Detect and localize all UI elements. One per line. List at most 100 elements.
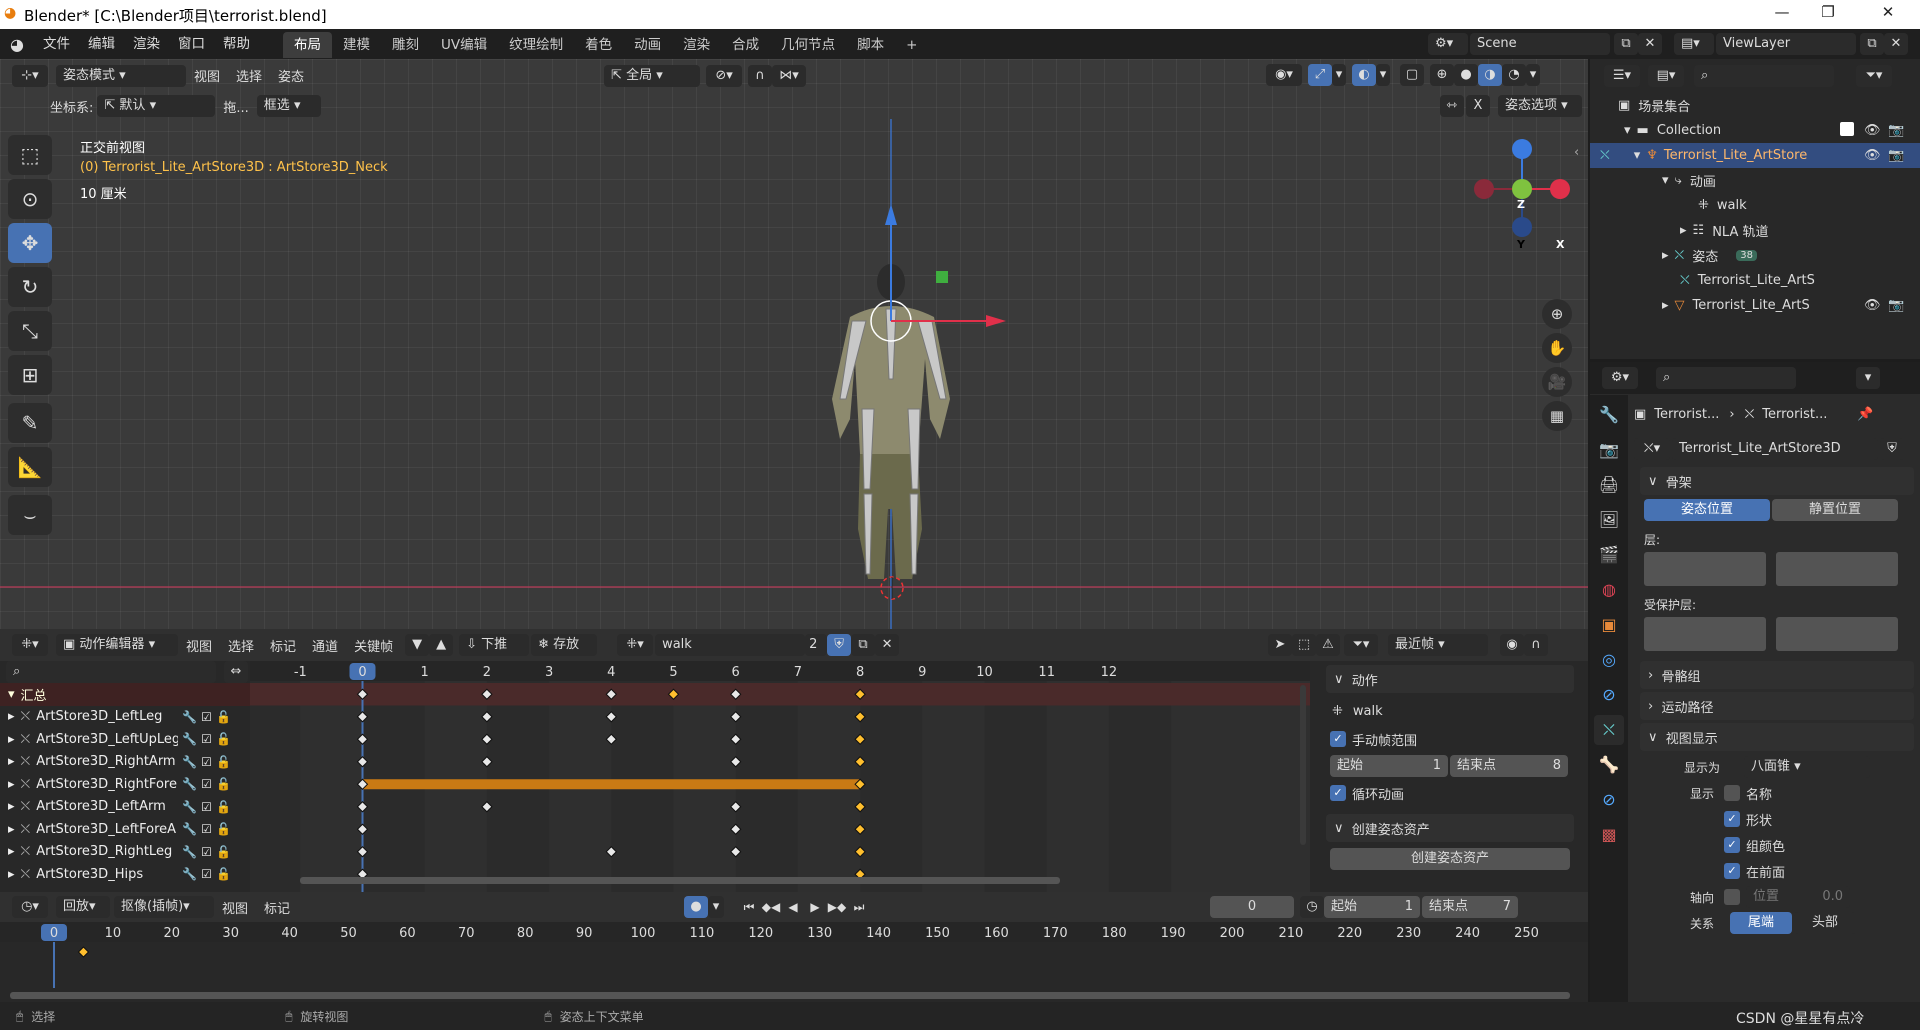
3d-viewport[interactable]: Z Y X ⊕ ✋ 🎥 ▦ ‹ (0, 59, 1588, 629)
tab-texture-paint[interactable]: 纹理绘制 (498, 32, 574, 58)
view-layer-tab-icon[interactable]: 🖼 (1594, 505, 1624, 535)
pose-options-dropdown[interactable]: 姿态选项 ▾ (1498, 95, 1582, 117)
show-shape-checkbox[interactable]: ✓ (1724, 811, 1740, 827)
show-group-color-checkbox[interactable]: ✓ (1724, 837, 1740, 853)
add-workspace-button[interactable]: + (895, 32, 928, 58)
channel-lock-icon[interactable]: 🔓 (216, 867, 231, 881)
material-shading-icon[interactable]: ◑ (1478, 64, 1502, 86)
dopesheet-menu-channel[interactable]: 通道 (304, 636, 346, 655)
only-errors-icon[interactable]: ⚠ (1316, 634, 1340, 656)
viewport-menu-pose[interactable]: 姿态 (270, 66, 312, 85)
axes-position-field[interactable]: 位置 0.0 (1746, 886, 1850, 908)
collection-render-icon[interactable]: 📷 (1888, 123, 1904, 138)
only-selected-icon[interactable]: ➤ (1268, 634, 1292, 656)
create-pose-asset-panel-header[interactable]: ∨ 创建姿态资产 (1326, 814, 1574, 842)
bone-groups-panel-header[interactable]: › 骨骼组 (1640, 661, 1914, 689)
channel-lock-icon[interactable]: 🔓 (216, 755, 231, 769)
expand-icon[interactable]: ▸ (8, 709, 15, 724)
rendered-shading-icon[interactable]: ◔ (1502, 64, 1526, 86)
create-pose-asset-button[interactable]: 创建姿态资产 (1330, 848, 1570, 870)
bone-layers-grid-2[interactable] (1776, 552, 1898, 586)
timeline-menu-marker[interactable]: 标记 (256, 898, 298, 917)
jump-end-icon[interactable]: ⏭ (848, 896, 870, 918)
overlays-dropdown-icon[interactable]: ▾ (1376, 64, 1390, 86)
pose-position-button[interactable]: 姿态位置 (1644, 499, 1770, 521)
tab-animation[interactable]: 动画 (623, 32, 672, 58)
channel-lock-icon[interactable]: 🔓 (216, 845, 231, 859)
menu-help[interactable]: 帮助 (214, 29, 259, 59)
timeline-start-field[interactable]: 起始 1 (1324, 896, 1421, 918)
mesh-render-icon[interactable]: 📷 (1888, 298, 1904, 313)
expand-icon[interactable]: ▸ (8, 867, 15, 882)
expand-icon[interactable]: ▸ (8, 799, 15, 814)
measure-tool-icon[interactable]: 📐 (8, 447, 52, 487)
channel-mute-checkbox[interactable]: ☑ (201, 755, 212, 769)
keyframe-canvas[interactable]: -1 0 1 2 3 4 5 6 7 8 9 10 11 12 (250, 661, 1310, 892)
mesh-visibility-icon[interactable]: 👁 (1864, 298, 1881, 313)
armature-browse-icon[interactable]: ⛌▾ (1634, 438, 1670, 460)
delete-scene-icon[interactable]: ✕ (1638, 33, 1662, 55)
snapping-dropdown[interactable]: 最近帧 ▾ (1388, 634, 1488, 656)
tab-geometry-nodes[interactable]: 几何节点 (770, 32, 846, 58)
channel-sync-icon[interactable]: ⇔ (224, 661, 248, 683)
expand-icon[interactable]: ▸ (8, 777, 15, 792)
wrench-icon[interactable]: 🔧 (182, 800, 197, 814)
tab-uv-editing[interactable]: UV编辑 (430, 32, 498, 58)
proportional-edit-icon[interactable]: ◉ (1500, 634, 1524, 656)
new-view-layer-icon[interactable]: ⧉ (1860, 33, 1884, 55)
channel-mute-checkbox[interactable]: ☑ (201, 822, 212, 836)
drag-dropdown[interactable]: 框选 ▾ (256, 95, 321, 117)
gizmo-x-label[interactable]: X (1556, 238, 1564, 251)
world-tab-icon[interactable]: ◍ (1594, 575, 1624, 605)
channel-mute-checkbox[interactable]: ☑ (201, 732, 212, 746)
summary-channel[interactable]: ▾ 汇总 (0, 683, 250, 706)
auto-keying-dropdown-icon[interactable]: ▾ (708, 896, 725, 918)
output-tab-icon[interactable]: 🖨 (1594, 470, 1624, 500)
channel-mute-checkbox[interactable]: ☑ (201, 710, 212, 724)
current-frame-field[interactable]: 0 (1210, 896, 1295, 918)
gizmo-z-label[interactable]: Z (1517, 198, 1525, 211)
texture-tab-icon[interactable]: ▩ (1594, 820, 1624, 850)
animation-row[interactable]: ▾ ⤷ 动画 (1590, 168, 1920, 193)
skeleton-panel-header[interactable]: ∨ 骨架 (1640, 467, 1914, 495)
zoom-icon[interactable]: ⊕ (1542, 299, 1572, 329)
channel-lock-icon[interactable]: 🔓 (216, 822, 231, 836)
gizmo-dropdown-icon[interactable]: ▾ (1332, 64, 1346, 86)
layer-down-icon[interactable]: ▼ (405, 634, 430, 656)
show-hidden-icon[interactable]: ⬚ (1292, 634, 1316, 656)
gizmo-toggle-icon[interactable]: ⤢ (1308, 64, 1332, 86)
keyframe-sheet[interactable]: -1 0 1 2 3 4 5 6 7 8 9 10 11 12 (250, 661, 1310, 892)
tool-tab-icon[interactable]: 🔧 (1594, 400, 1624, 430)
action-row[interactable]: ⁜ walk (1590, 193, 1920, 218)
outliner-editor-icon[interactable]: ☰▾ (1604, 65, 1640, 87)
wrench-icon[interactable]: 🔧 (182, 845, 197, 859)
pivot-icon[interactable]: ⊘▾ (706, 64, 743, 87)
overlays-toggle-icon[interactable]: ◐ (1352, 64, 1376, 86)
nla-row[interactable]: ▸ ☷ NLA 轨道 (1590, 218, 1920, 243)
viewport-display-panel-header[interactable]: ∨ 视图显示 (1640, 723, 1914, 751)
expand-icon[interactable]: ▸ (8, 844, 15, 859)
expand-icon[interactable]: ▸ (8, 732, 15, 747)
action-fake-user-icon[interactable]: ⛨ (827, 634, 852, 656)
show-name-checkbox[interactable] (1724, 785, 1740, 801)
camera-view-icon[interactable]: 🎥 (1542, 367, 1572, 397)
render-tab-icon[interactable]: 📷 (1594, 435, 1624, 465)
scene-selector-icon[interactable]: ⚙▾ (1428, 33, 1468, 55)
mirror-x-toggle[interactable]: X (1466, 95, 1490, 117)
manual-range-checkbox[interactable]: ✓ (1330, 731, 1346, 747)
tab-scripting[interactable]: 脚本 (846, 32, 895, 58)
annotate-tool-icon[interactable]: ✎ (8, 403, 52, 443)
protected-layers-grid-1[interactable] (1644, 617, 1766, 651)
wrench-icon[interactable]: 🔧 (182, 867, 197, 881)
action-name-field[interactable]: walk (655, 634, 806, 656)
timeline-editor-type-icon[interactable]: ◷▾ (12, 896, 48, 918)
menu-window[interactable]: 窗口 (169, 29, 214, 59)
properties-search-input[interactable]: ⌕ (1656, 367, 1796, 389)
relation-head-button[interactable]: 头部 (1794, 912, 1856, 934)
new-action-icon[interactable]: ⧉ (851, 634, 876, 656)
outliner-filter-icon[interactable]: ⏷▾ (1856, 65, 1892, 87)
mesh-row[interactable]: ▸ ▽ Terrorist_Lite_ArtS 👁 📷 (1590, 293, 1920, 318)
action-browse-icon[interactable]: ⁜▾ (617, 634, 654, 656)
action-start-field[interactable]: 起始 1 (1330, 755, 1448, 777)
scene-tab-icon[interactable]: 🎬 (1594, 540, 1624, 570)
